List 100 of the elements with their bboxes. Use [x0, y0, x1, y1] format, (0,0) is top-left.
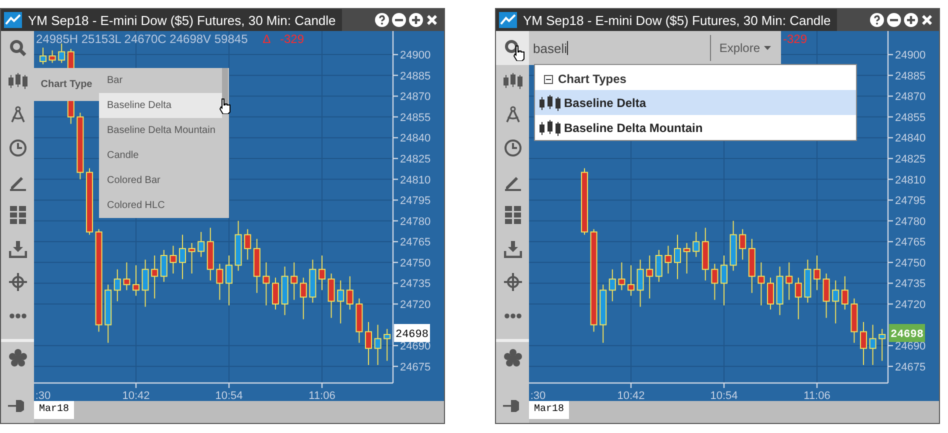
candle [374, 324, 382, 366]
candle [290, 262, 298, 300]
candle [776, 266, 784, 316]
axis-label: 24765 [400, 236, 431, 249]
axis-label: 24885 [895, 70, 926, 82]
candle [300, 277, 307, 320]
axis-label: 24765 [895, 236, 926, 249]
axis-label: 24900 [895, 50, 926, 62]
window-title: YM Sep18 - E-mini Dow ($5) Futures, 30 Min: Candle [523, 12, 831, 28]
date-label: Mar18 [529, 401, 570, 419]
hand-cursor-icon [513, 45, 525, 61]
more-icon [8, 312, 26, 319]
candle [86, 168, 93, 236]
candlestick-icon [502, 72, 522, 90]
axis-label: 24855 [895, 112, 926, 124]
candle [234, 220, 242, 272]
result-item[interactable]: Baseline Delta [535, 90, 856, 115]
axis-label: 24690 [895, 340, 926, 353]
candle [841, 276, 848, 310]
candle [608, 268, 616, 302]
more-icon [504, 312, 522, 319]
candle [272, 277, 279, 310]
candle [832, 280, 840, 324]
close-icon[interactable] [921, 14, 933, 26]
candle [664, 245, 672, 274]
hand-cursor-icon [219, 98, 231, 114]
menu-item[interactable]: Bar [99, 68, 222, 93]
candle [104, 284, 112, 344]
menu-label: Chart Type [34, 68, 99, 101]
collapse-icon[interactable] [544, 74, 553, 84]
candle [730, 220, 737, 272]
flower-icon [504, 349, 522, 368]
help-icon[interactable] [870, 13, 884, 27]
candle [860, 322, 867, 366]
axis-label: 24735 [895, 278, 926, 290]
compass-icon [504, 106, 520, 124]
search-field[interactable]: baseli [529, 35, 712, 61]
axis-label: :30 [35, 390, 51, 401]
candle [804, 259, 812, 304]
axis-label: 24750 [895, 257, 926, 270]
candle [786, 262, 793, 300]
candle [337, 280, 344, 324]
candle [142, 259, 149, 308]
candle [739, 228, 746, 260]
price-summary: 24985H 25153L 24670C 24698V 59845 [36, 32, 248, 46]
candle [160, 249, 168, 282]
candle [365, 322, 372, 366]
candle [262, 262, 270, 306]
menu-item[interactable]: Baseline Delta [99, 93, 222, 118]
axis-label: 24795 [895, 195, 926, 208]
minimize-icon[interactable] [887, 13, 901, 27]
explore-dropdown[interactable]: Explore [711, 41, 781, 55]
candle [758, 262, 765, 306]
crosshair-icon [8, 273, 26, 292]
axis-label: 24780 [400, 216, 431, 228]
axis-label: 24720 [895, 299, 926, 311]
toolbar-button[interactable] [496, 31, 529, 64]
minimize-icon[interactable] [392, 13, 406, 27]
result-item[interactable]: Baseline Delta Mountain [535, 115, 856, 140]
axis-label: 24810 [895, 174, 926, 186]
candle [822, 273, 830, 318]
candle [878, 328, 886, 362]
change-value: -329 [280, 32, 304, 46]
candle [216, 263, 224, 300]
close-icon[interactable] [426, 14, 438, 26]
candle [655, 249, 662, 282]
axis-label: 24855 [400, 112, 431, 124]
candle [850, 298, 858, 344]
axis-label: 24795 [400, 195, 431, 208]
axis-label: 24675 [895, 361, 926, 374]
menu-item[interactable]: Colored HLC [99, 193, 222, 218]
group-heading: Chart Types [558, 72, 626, 86]
axis-label: 24720 [400, 299, 431, 311]
download-icon [8, 240, 26, 258]
menu-item[interactable]: Colored Bar [99, 168, 222, 193]
candle [674, 234, 681, 280]
candle [683, 242, 690, 274]
candle [328, 273, 335, 318]
candle [58, 42, 66, 64]
axis-label: 24825 [895, 154, 926, 166]
line-chart-icon [4, 12, 22, 28]
price-tag: 24698 [394, 324, 430, 342]
line-chart-icon [499, 12, 517, 28]
grid-icon [504, 206, 520, 224]
menu-item[interactable]: Candle [99, 143, 222, 168]
clock-icon [8, 139, 26, 158]
price-tag: 24698 [889, 324, 925, 342]
candle [692, 231, 700, 258]
axis-label: 10:42 [617, 390, 645, 401]
axis-label: 24780 [895, 216, 926, 228]
help-icon[interactable] [375, 13, 389, 27]
caret-icon [764, 46, 771, 50]
maximize-icon[interactable] [904, 13, 918, 27]
menu-item[interactable]: Baseline Delta Mountain [99, 118, 222, 143]
axis-label: :30 [530, 390, 546, 401]
axis-label: 24840 [895, 132, 926, 145]
maximize-icon[interactable] [409, 13, 423, 27]
candlestick-icon [539, 94, 561, 110]
candle [309, 259, 316, 304]
crosshair-icon [504, 273, 522, 292]
